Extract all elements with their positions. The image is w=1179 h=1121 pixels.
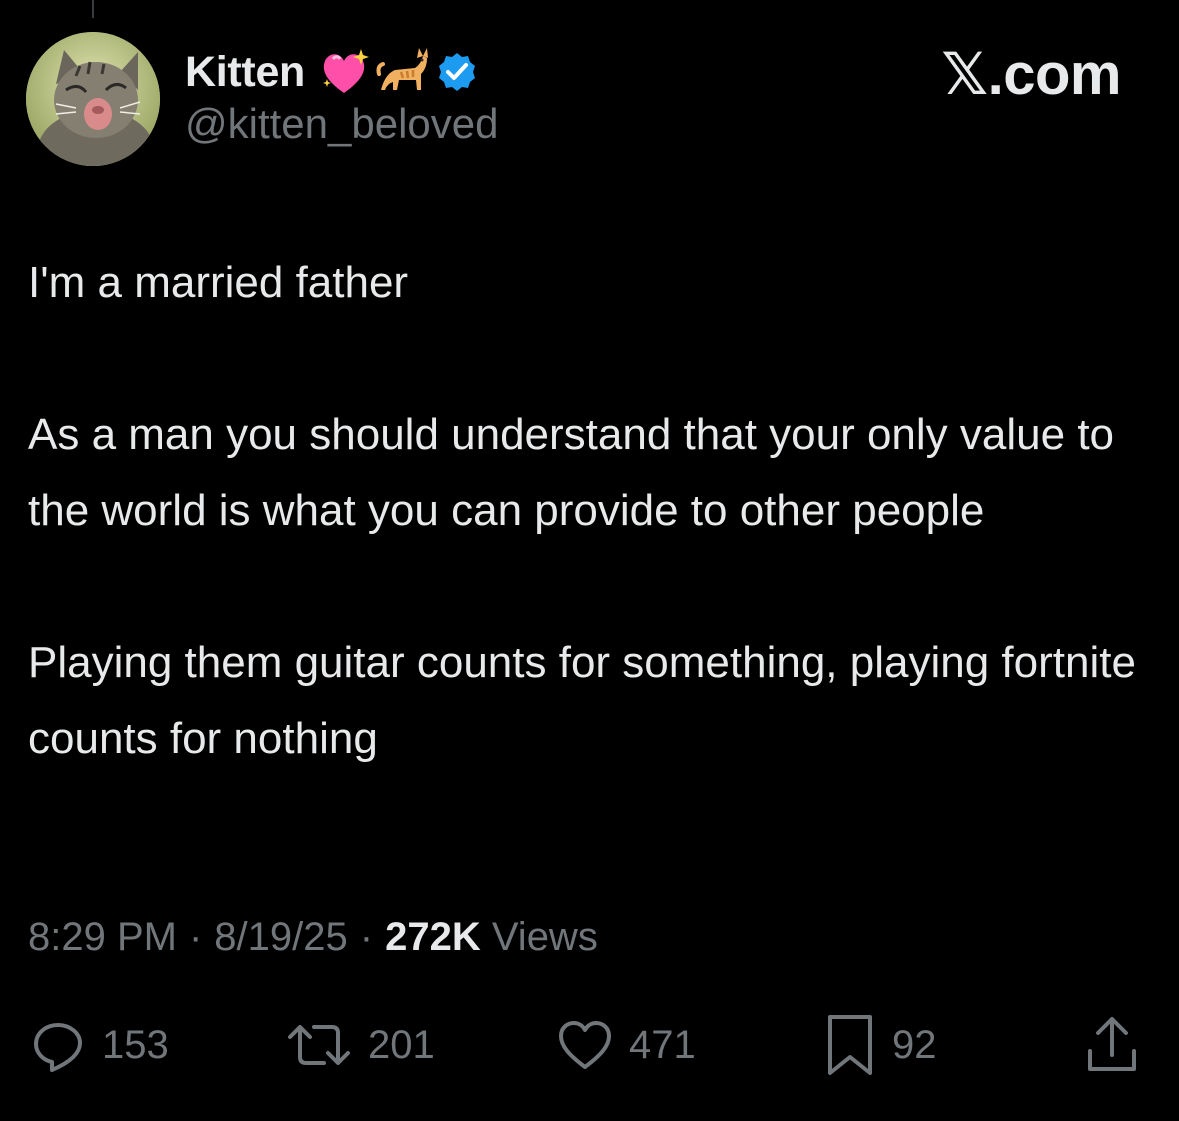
- tweet-text: I'm a married father As a man you should…: [28, 245, 1138, 777]
- sparkling-heart-emoji-icon: [323, 49, 370, 93]
- brand-watermark: 𝕏.com: [941, 42, 1121, 107]
- bookmark-button[interactable]: 92: [822, 1010, 937, 1080]
- bookmark-count: 92: [892, 1022, 937, 1067]
- views-count: 272K: [385, 915, 481, 959]
- heart-icon: [559, 1021, 611, 1069]
- author-name-row: Kitten: [185, 42, 479, 102]
- reply-icon: [34, 1023, 82, 1072]
- views-label: Views: [491, 915, 598, 959]
- share-icon: [1088, 1017, 1136, 1071]
- repost-count: 201: [368, 1022, 435, 1067]
- repost-icon: [288, 1025, 350, 1065]
- separator-dot: ·: [359, 915, 374, 959]
- bookmark-icon: [828, 1015, 872, 1075]
- reply-count: 153: [102, 1022, 169, 1067]
- separator-dot: ·: [188, 915, 203, 959]
- kitten-avatar-image: [26, 32, 160, 166]
- like-count: 471: [629, 1022, 696, 1067]
- tweet-metadata: 8:29 PM · 8/19/25 · 272K Views: [28, 915, 598, 960]
- tweet-date[interactable]: 8/19/25: [214, 915, 347, 959]
- reply-button[interactable]: 153: [28, 1010, 169, 1080]
- tweet-paragraph: I'm a married father: [28, 258, 409, 307]
- tweet-paragraph: Playing them guitar counts for something…: [28, 638, 1136, 763]
- thread-connector-line: [92, 0, 94, 18]
- author-handle[interactable]: @kitten_beloved: [185, 100, 499, 148]
- cat-emoji-icon: [376, 48, 429, 90]
- tweet-paragraph: As a man you should understand that your…: [28, 410, 1115, 535]
- verified-badge-icon[interactable]: [435, 50, 479, 94]
- like-button[interactable]: 471: [555, 1010, 696, 1080]
- avatar[interactable]: [26, 32, 160, 166]
- action-bar: 153 201 471 92: [0, 1010, 1179, 1080]
- tweet-time[interactable]: 8:29 PM: [28, 915, 177, 959]
- repost-button[interactable]: 201: [284, 1010, 435, 1080]
- author-display-name[interactable]: Kitten: [185, 48, 305, 97]
- share-button[interactable]: [1082, 1010, 1142, 1080]
